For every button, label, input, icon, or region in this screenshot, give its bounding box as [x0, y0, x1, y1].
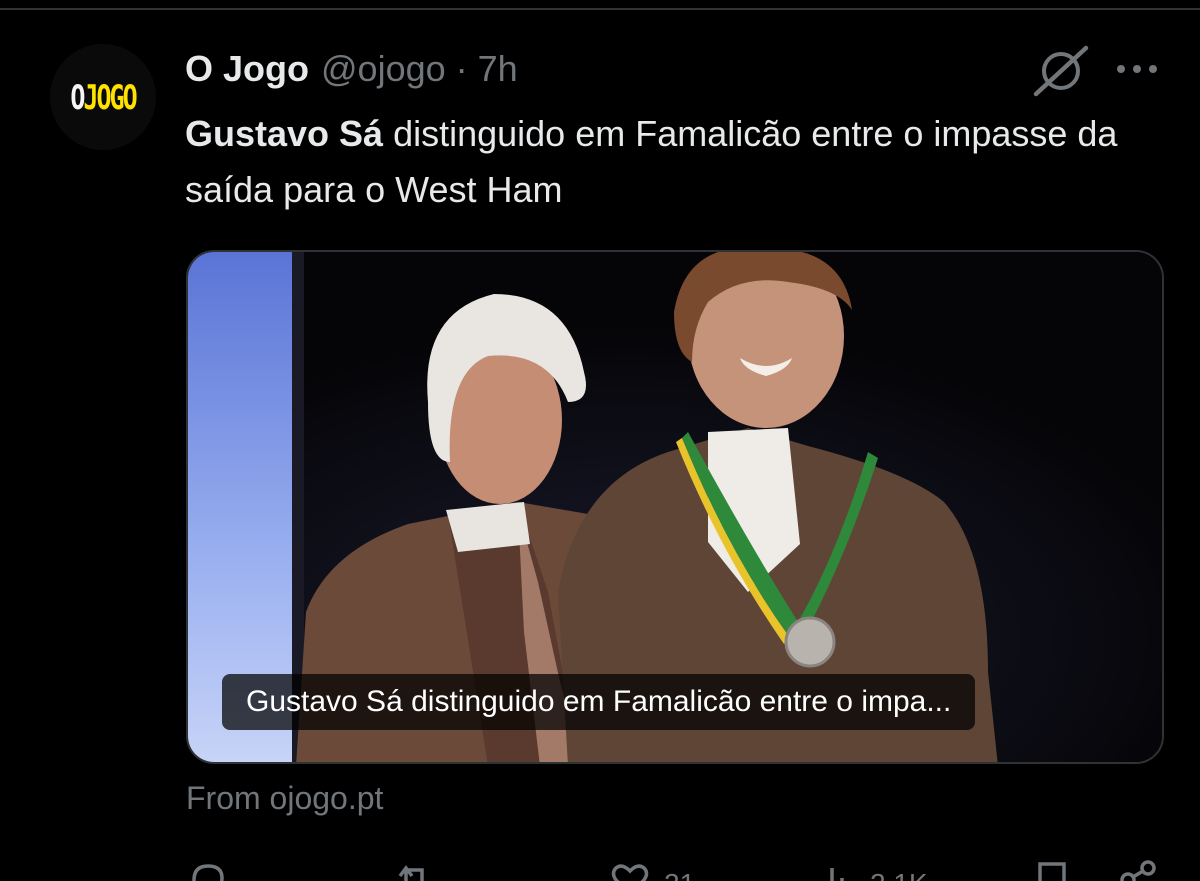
views-icon	[830, 868, 844, 881]
tweet-header: O Jogo @ojogo · 7h	[185, 48, 518, 92]
like-count: 21	[664, 868, 695, 881]
bookmark-icon	[1038, 862, 1066, 881]
link-card[interactable]: Gustavo Sá distinguido em Famalicão entr…	[186, 250, 1164, 764]
author-name[interactable]: O Jogo	[185, 48, 309, 90]
action-bar: 21 2.1K	[0, 852, 1200, 881]
bookmark-button[interactable]	[1030, 858, 1074, 881]
ojogo-logo: OJOGO	[70, 77, 137, 117]
like-icon	[611, 864, 649, 881]
author-handle[interactable]: @ojogo	[321, 48, 446, 90]
retweet-button[interactable]	[392, 858, 448, 881]
views-button[interactable]: 2.1K	[814, 858, 928, 881]
retweet-icon	[398, 865, 424, 881]
reply-icon	[192, 864, 224, 881]
tweet-text: Gustavo Sá distinguido em Famalicão entr…	[185, 106, 1145, 218]
timestamp[interactable]: 7h	[478, 48, 518, 90]
reply-button[interactable]	[186, 858, 242, 881]
card-caption: Gustavo Sá distinguido em Famalicão entr…	[222, 674, 976, 730]
avatar[interactable]: OJOGO	[50, 44, 156, 150]
share-button[interactable]	[1116, 858, 1160, 881]
more-icon[interactable]	[1112, 56, 1162, 82]
grok-icon[interactable]	[1032, 44, 1090, 98]
like-button[interactable]: 21	[608, 858, 695, 881]
top-divider	[0, 0, 1200, 10]
share-icon	[1120, 860, 1156, 881]
card-source[interactable]: From ojogo.pt	[186, 780, 383, 817]
views-count: 2.1K	[870, 868, 928, 881]
tweet-text-bold: Gustavo Sá	[185, 113, 384, 154]
separator: ·	[455, 48, 468, 89]
